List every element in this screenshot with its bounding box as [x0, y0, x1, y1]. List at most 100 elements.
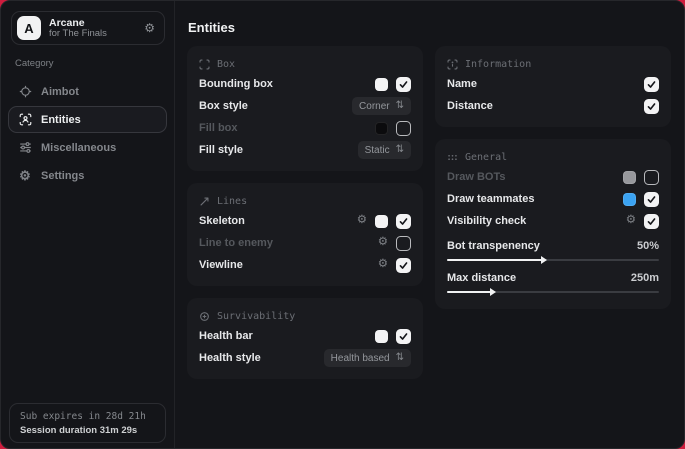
sidebar-item-settings[interactable]: ⚙ Settings	[8, 162, 167, 189]
lines-section-header: Lines	[199, 192, 411, 210]
skeleton-config-gear-icon[interactable]: ⚙	[357, 215, 367, 227]
max-distance-slider[interactable]	[447, 291, 659, 293]
session-duration-text: Session duration 31m 29s	[20, 425, 155, 436]
crosshair-icon	[18, 85, 32, 98]
section-title: General	[465, 152, 507, 163]
logo-card: A Arcane for The Finals ⚙	[11, 11, 165, 45]
health-bar-color-swatch[interactable]	[375, 330, 388, 343]
sliders-icon	[18, 141, 32, 154]
sidebar-item-label: Entities	[41, 114, 81, 126]
dots-grid-icon	[447, 152, 458, 163]
fill-box-row: Fill box	[199, 117, 411, 139]
distance-checkbox[interactable]	[644, 99, 659, 114]
sub-expiry-text: Sub expires in 28d 21h	[20, 411, 155, 422]
skeleton-row: Skeleton ⚙	[199, 210, 411, 232]
bounding-box-checkbox[interactable]	[396, 77, 411, 92]
row-label: Draw BOTs	[447, 171, 505, 183]
entity-scan-icon	[18, 113, 32, 126]
row-label: Box style	[199, 100, 248, 112]
information-card: Information Name Distance	[435, 46, 671, 127]
line-to-enemy-checkbox[interactable]	[396, 236, 411, 251]
sidebar: A Arcane for The Finals ⚙ Category Aimbo…	[1, 1, 175, 448]
survivability-card: Survivability Health bar Health style	[187, 298, 423, 379]
health-style-dropdown[interactable]: Health based ⇅	[324, 349, 411, 367]
health-bar-checkbox[interactable]	[396, 329, 411, 344]
sidebar-item-aimbot[interactable]: Aimbot	[8, 78, 167, 105]
bot-transparency-slider[interactable]	[447, 259, 659, 261]
subscription-card: Sub expires in 28d 21h Session duration …	[9, 403, 166, 443]
survivability-section-header: Survivability	[199, 307, 411, 325]
app-window: A Arcane for The Finals ⚙ Category Aimbo…	[0, 0, 685, 449]
skeleton-checkbox[interactable]	[396, 214, 411, 229]
row-label: Health style	[199, 352, 261, 364]
row-label: Max distance	[447, 272, 516, 284]
row-label: Skeleton	[199, 215, 245, 227]
row-label: Line to enemy	[199, 237, 273, 249]
sidebar-item-label: Settings	[41, 170, 84, 182]
general-section-header: General	[447, 148, 659, 166]
name-row: Name	[447, 73, 659, 95]
row-label: Name	[447, 78, 477, 90]
bounding-box-row: Bounding box	[199, 73, 411, 95]
fill-box-checkbox[interactable]	[396, 121, 411, 136]
box-section-header: Box	[199, 55, 411, 73]
row-label: Health bar	[199, 330, 253, 342]
visibility-config-gear-icon[interactable]: ⚙	[626, 215, 636, 227]
row-label: Fill style	[199, 144, 243, 156]
viewline-checkbox[interactable]	[396, 258, 411, 273]
row-label: Fill box	[199, 122, 238, 134]
right-column: Information Name Distance	[435, 46, 671, 391]
section-title: Information	[465, 59, 531, 70]
section-title: Lines	[217, 196, 247, 207]
fill-style-dropdown[interactable]: Static ⇅	[358, 141, 411, 159]
fill-style-row: Fill style Static ⇅	[199, 139, 411, 161]
section-title: Survivability	[217, 311, 295, 322]
box-style-dropdown[interactable]: Corner ⇅	[352, 97, 411, 115]
main-panel: Entities Box Bounding box	[175, 1, 684, 448]
settings-gear-icon[interactable]: ⚙	[144, 22, 155, 34]
sidebar-item-label: Miscellaneous	[41, 142, 116, 154]
box-card: Box Bounding box Box style	[187, 46, 423, 171]
draw-teammates-color-swatch[interactable]	[623, 193, 636, 206]
gear-icon: ⚙	[18, 169, 32, 182]
row-label: Distance	[447, 100, 493, 112]
health-style-row: Health style Health based ⇅	[199, 347, 411, 369]
viewline-config-gear-icon[interactable]: ⚙	[378, 259, 388, 271]
line-to-enemy-config-gear-icon[interactable]: ⚙	[378, 237, 388, 249]
app-title: Arcane	[49, 17, 107, 29]
left-column: Box Bounding box Box style	[187, 46, 423, 391]
draw-teammates-row: Draw teammates	[447, 188, 659, 210]
draw-bots-checkbox[interactable]	[644, 170, 659, 185]
dropdown-value: Static	[365, 145, 390, 156]
diagonal-line-icon	[199, 196, 210, 207]
category-label: Category	[15, 58, 174, 69]
visibility-check-checkbox[interactable]	[644, 214, 659, 229]
section-title: Box	[217, 59, 235, 70]
fill-box-color-swatch[interactable]	[375, 122, 388, 135]
sidebar-nav: Aimbot Entities	[1, 78, 174, 189]
name-checkbox[interactable]	[644, 77, 659, 92]
row-label: Bounding box	[199, 78, 273, 90]
information-section-header: Information	[447, 55, 659, 73]
general-card: General Draw BOTs Draw teammates	[435, 139, 671, 309]
row-label: Visibility check	[447, 215, 526, 227]
sidebar-item-entities[interactable]: Entities	[8, 106, 167, 133]
viewline-row: Viewline ⚙	[199, 254, 411, 276]
row-label: Viewline	[199, 259, 243, 271]
skeleton-color-swatch[interactable]	[375, 215, 388, 228]
bounding-box-color-swatch[interactable]	[375, 78, 388, 91]
visibility-check-row: Visibility check ⚙	[447, 210, 659, 232]
max-distance-group: Max distance 250m	[447, 268, 659, 293]
distance-row: Distance	[447, 95, 659, 117]
sidebar-item-miscellaneous[interactable]: Miscellaneous	[8, 134, 167, 161]
app-logo: A	[17, 16, 41, 40]
line-to-enemy-row: Line to enemy ⚙	[199, 232, 411, 254]
box-style-row: Box style Corner ⇅	[199, 95, 411, 117]
draw-bots-color-swatch[interactable]	[623, 171, 636, 184]
sidebar-item-label: Aimbot	[41, 86, 79, 98]
draw-teammates-checkbox[interactable]	[644, 192, 659, 207]
row-label: Bot transpenency	[447, 240, 540, 252]
slider-fill	[447, 291, 494, 293]
updown-arrows-icon: ⇅	[396, 353, 404, 363]
bot-transparency-value: 50%	[637, 240, 659, 252]
